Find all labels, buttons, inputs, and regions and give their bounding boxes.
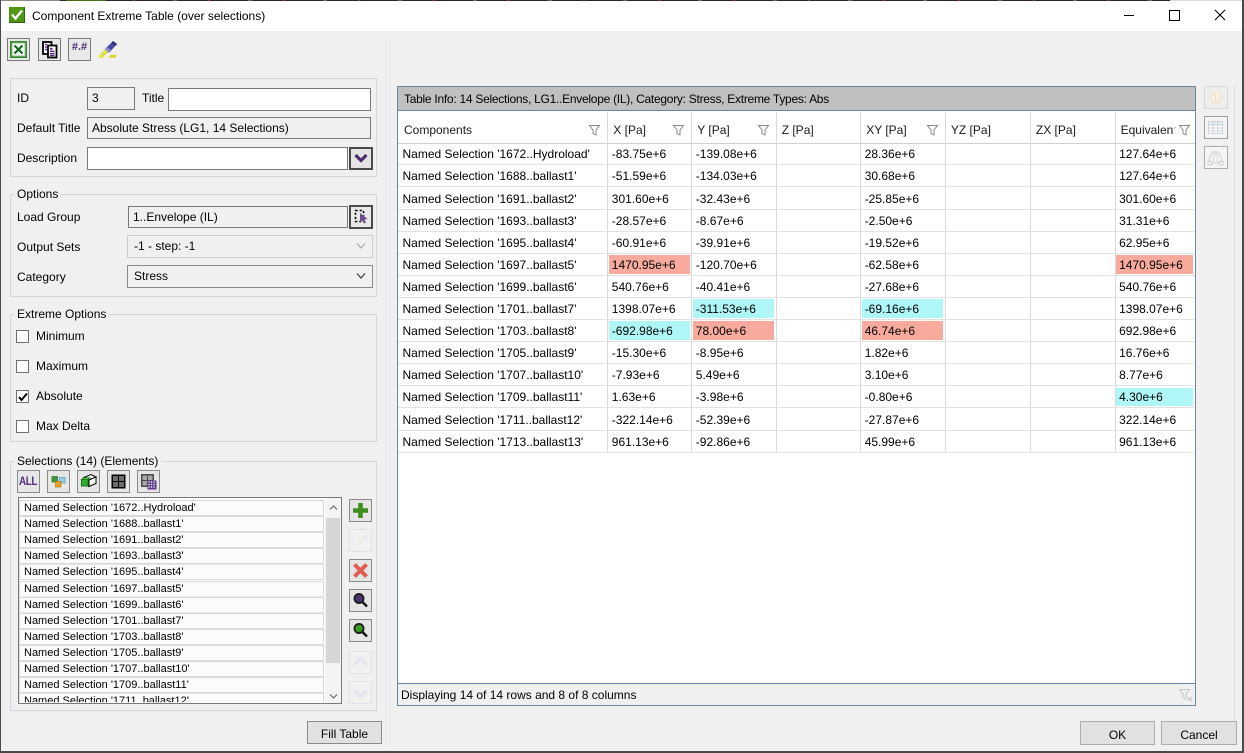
svg-text:1: 1 [1213,93,1218,104]
